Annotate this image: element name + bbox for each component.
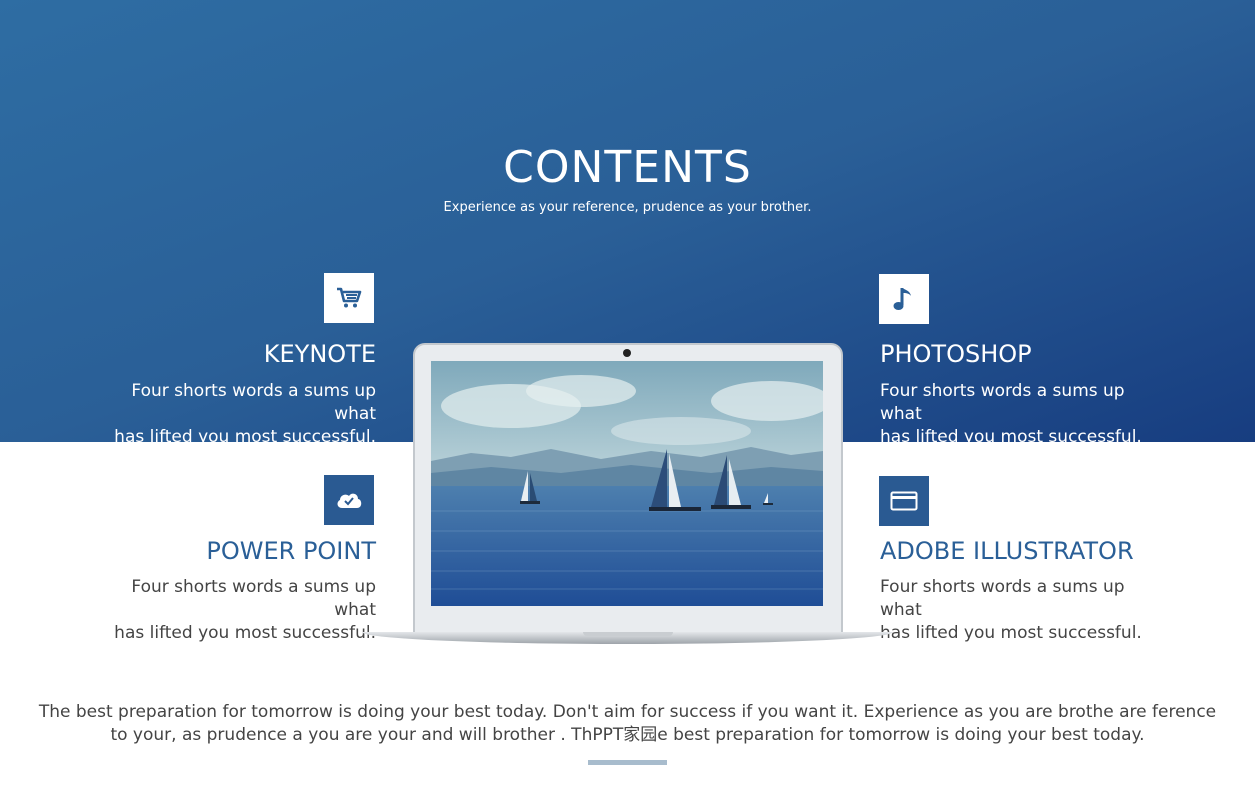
- power-point-desc-line2: has lifted you most successful.: [114, 623, 376, 643]
- keynote-heading: KEYNOTE: [263, 340, 376, 368]
- cart-icon: [324, 273, 374, 323]
- page-subtitle: Experience as your reference, prudence a…: [443, 200, 812, 215]
- laptop-camera: [623, 349, 631, 357]
- music-note-icon: [879, 274, 929, 324]
- power-point-heading: POWER POINT: [206, 537, 376, 565]
- photoshop-description: Four shorts words a sums up what has lif…: [880, 380, 1160, 449]
- photoshop-desc-line1: Four shorts words a sums up what: [880, 381, 1125, 424]
- keynote-desc-line1: Four shorts words a sums up what: [131, 381, 376, 424]
- laptop-screen-photo: [431, 361, 823, 606]
- laptop-base-notch: [583, 632, 673, 636]
- footer-line1: The best preparation for tomorrow is doi…: [38, 702, 1217, 722]
- adobe-illustrator-heading: ADOBE ILLUSTRATOR: [880, 537, 1134, 565]
- keynote-desc-line2: has lifted you most successful.: [114, 427, 376, 447]
- card-icon: [879, 476, 929, 526]
- footer-accent-bar: [588, 760, 667, 765]
- power-point-description: Four shorts words a sums up what has lif…: [96, 576, 376, 645]
- photoshop-heading: PHOTOSHOP: [880, 340, 1032, 368]
- keynote-description: Four shorts words a sums up what has lif…: [96, 380, 376, 449]
- photoshop-desc-line2: has lifted you most successful.: [880, 427, 1142, 447]
- adobe-illustrator-desc-line1: Four shorts words a sums up what: [880, 577, 1125, 620]
- footer-line2: to your, as prudence a you are your and …: [110, 725, 1145, 745]
- power-point-desc-line1: Four shorts words a sums up what: [131, 577, 376, 620]
- footer-text: The best preparation for tomorrow is doi…: [0, 701, 1255, 747]
- cloud-check-icon: [324, 475, 374, 525]
- adobe-illustrator-desc-line2: has lifted you most successful.: [880, 623, 1142, 643]
- adobe-illustrator-description: Four shorts words a sums up what has lif…: [880, 576, 1160, 645]
- page-title: CONTENTS: [503, 142, 752, 193]
